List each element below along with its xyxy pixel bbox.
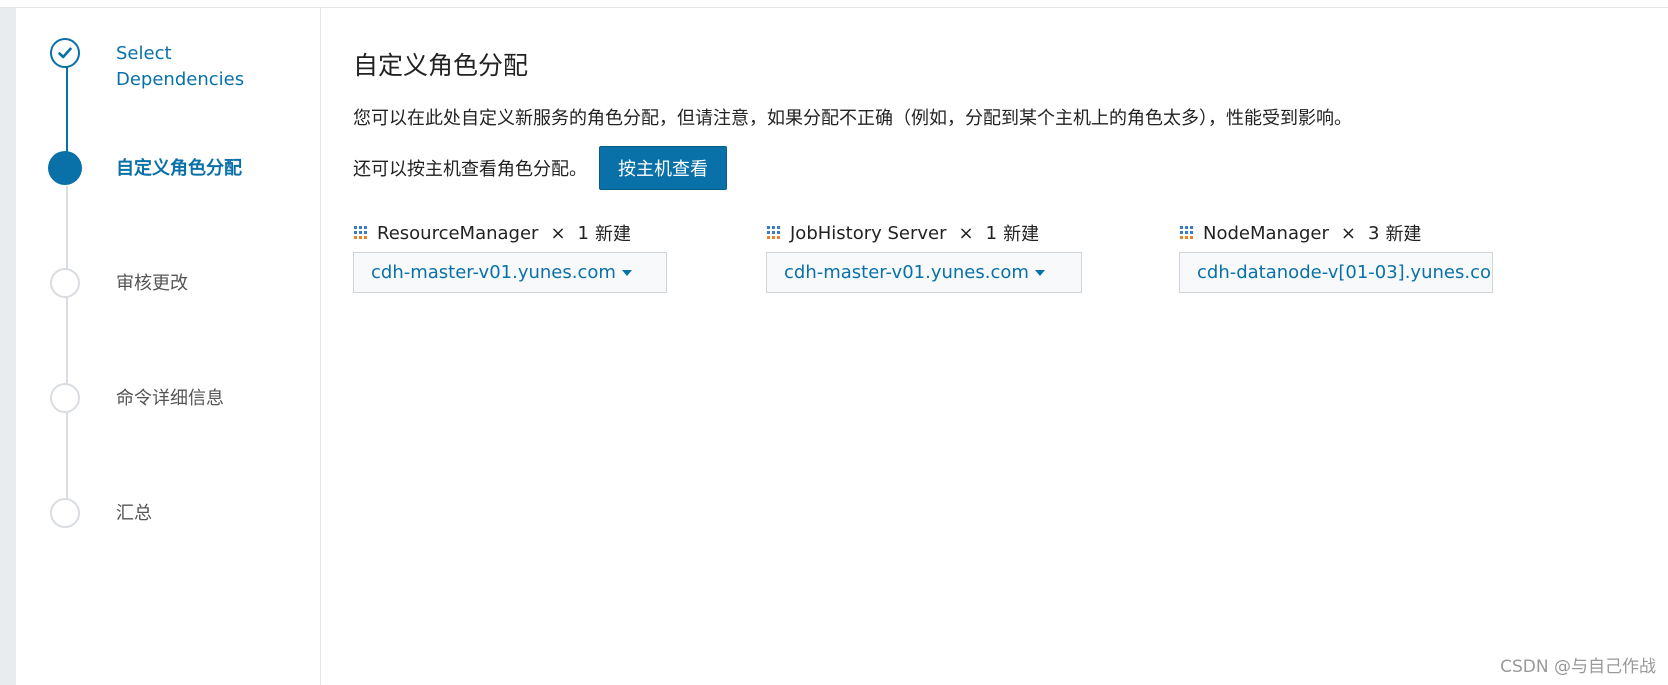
role-count: 1 xyxy=(577,222,589,244)
role-multiplier: × xyxy=(958,222,974,244)
role-new-label: 新建 xyxy=(1003,224,1040,245)
step-label: 汇总 xyxy=(116,503,152,524)
left-strip xyxy=(0,8,16,685)
role-group-jobhistory-server: JobHistory Server × 1 新建 cdh-master-v01.… xyxy=(766,220,1082,293)
step-active-icon xyxy=(48,151,82,185)
role-multiplier: × xyxy=(550,222,566,244)
page-title: 自定义角色分配 xyxy=(353,51,529,80)
role-group-resourcemanager: ResourceManager × 1 新建 cdh-master-v01.yu… xyxy=(353,220,667,293)
top-border xyxy=(0,0,1668,8)
watermark: CSDN @与自己作战 xyxy=(1500,657,1656,677)
page-description: 您可以在此处自定义新服务的角色分配，但请注意，如果分配不正确（例如，分配到某个主… xyxy=(353,108,1352,129)
step-pending-icon xyxy=(50,268,80,298)
step-label-line2: Dependencies xyxy=(116,69,245,90)
role-name: NodeManager xyxy=(1203,222,1329,244)
role-new-label: 新建 xyxy=(1385,224,1422,245)
caret-down-icon xyxy=(1034,269,1045,276)
host-view-row: 还可以按主机查看角色分配。 按主机查看 xyxy=(353,146,727,190)
role-header: NodeManager × 3 新建 xyxy=(1179,220,1493,246)
main-content: 自定义角色分配 您可以在此处自定义新服务的角色分配，但请注意，如果分配不正确（例… xyxy=(353,8,1668,685)
host-assignment-value: cdh-master-v01.yunes.com xyxy=(371,262,616,283)
host-assignment-dropdown[interactable]: cdh-master-v01.yunes.com xyxy=(353,252,667,293)
role-new-label: 新建 xyxy=(595,224,631,245)
caret-down-icon xyxy=(621,269,632,276)
step-pending-icon xyxy=(50,383,80,413)
host-assignment-value: cdh-datanode-v[01-03].yunes.com. xyxy=(1197,262,1493,283)
step-label: 命令详细信息 xyxy=(116,388,224,409)
step-label: 自定义角色分配 xyxy=(116,158,242,179)
role-grid-icon xyxy=(767,226,780,239)
host-view-hint: 还可以按主机查看角色分配。 xyxy=(353,159,587,180)
step-complete-check-icon xyxy=(50,38,80,68)
wizard-steps-nav: Select Dependencies 自定义角色分配 审核更改 命令详细信息 … xyxy=(16,8,321,685)
role-name: JobHistory Server xyxy=(790,222,947,244)
view-by-host-button[interactable]: 按主机查看 xyxy=(599,146,727,190)
role-header: JobHistory Server × 1 新建 xyxy=(766,220,1082,246)
role-name: ResourceManager xyxy=(377,222,539,244)
step-pending-icon xyxy=(50,498,80,528)
step-label-line1: Select xyxy=(116,43,172,64)
host-assignment-value: cdh-master-v01.yunes.com xyxy=(784,262,1029,283)
role-grid-icon xyxy=(354,226,367,239)
role-group-nodemanager: NodeManager × 3 新建 cdh-datanode-v[01-03]… xyxy=(1179,220,1493,293)
host-assignment-dropdown[interactable]: cdh-datanode-v[01-03].yunes.com. xyxy=(1179,252,1493,293)
step-connector-pending xyxy=(66,186,68,519)
role-grid-icon xyxy=(1180,226,1193,239)
role-header: ResourceManager × 1 新建 xyxy=(353,220,667,246)
role-count: 1 xyxy=(985,222,998,244)
role-multiplier: × xyxy=(1340,222,1356,244)
step-label: 审核更改 xyxy=(116,273,188,294)
host-assignment-dropdown[interactable]: cdh-master-v01.yunes.com xyxy=(766,252,1082,293)
role-count: 3 xyxy=(1367,222,1380,244)
